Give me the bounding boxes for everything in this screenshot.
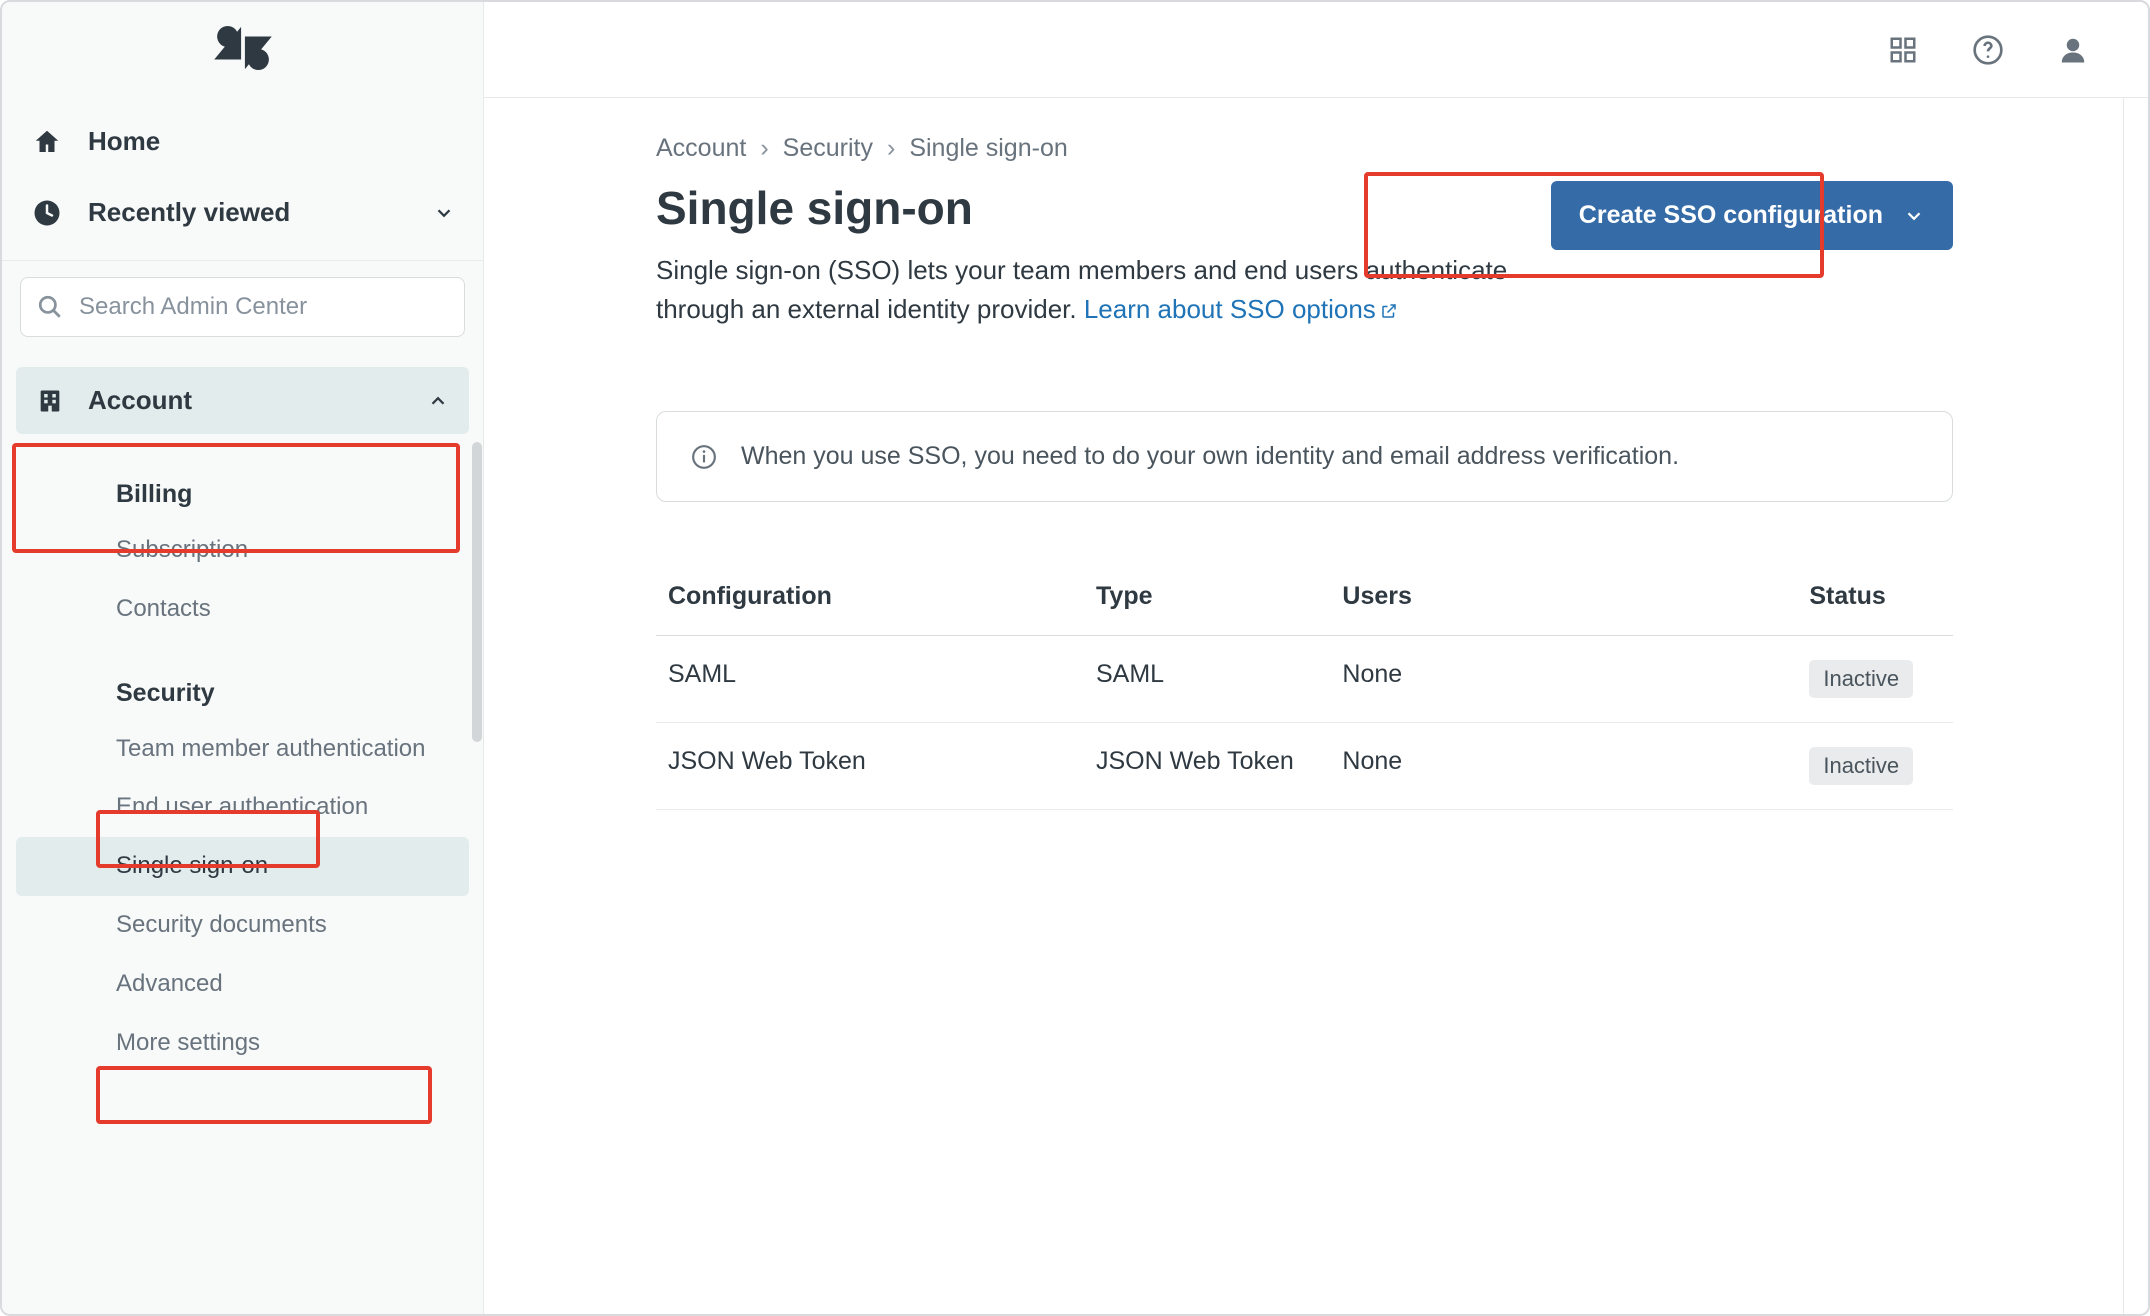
sidebar-item-single-sign-on[interactable]: Single sign-on [16,837,469,896]
sidebar: Home Recently viewed Accou [2,2,484,1314]
col-users: Users [1330,566,1797,636]
sidebar-item-security-docs[interactable]: Security documents [2,896,483,955]
learn-link[interactable]: Learn about SSO options [1084,294,1398,324]
topbar [484,2,2148,98]
create-sso-button[interactable]: Create SSO configuration [1551,181,1953,250]
home-icon [32,127,62,157]
info-icon [691,444,717,470]
sidebar-category-account[interactable]: Account [16,367,469,434]
banner-text: When you use SSO, you need to do your ow… [741,442,1679,471]
sidebar-item-advanced[interactable]: Advanced [2,955,483,1014]
table-row[interactable]: JSON Web Token JSON Web Token None Inact… [656,723,1953,810]
sso-table: Configuration Type Users Status SAML SAM… [656,566,1953,810]
sidebar-item-home[interactable]: Home [2,106,483,177]
category-label: Account [88,385,192,416]
building-icon [36,387,64,415]
help-icon[interactable] [1972,34,2004,66]
content: Account › Security › Single sign-on Sing… [484,98,2124,1314]
sidebar-item-recently-viewed[interactable]: Recently viewed [2,177,483,248]
button-label: Create SSO configuration [1579,201,1883,230]
divider [2,260,483,261]
scrollbar[interactable] [472,442,482,742]
subnav-heading-billing[interactable]: Billing [2,468,483,521]
col-configuration: Configuration [656,566,1084,636]
cell-users: None [1330,723,1797,810]
col-type: Type [1084,566,1330,636]
profile-icon[interactable] [2058,35,2088,65]
table-row[interactable]: SAML SAML None Inactive [656,636,1953,723]
cell-users: None [1330,636,1797,723]
info-banner: When you use SSO, you need to do your ow… [656,411,1953,502]
sidebar-item-team-auth[interactable]: Team member authentication [2,720,483,779]
breadcrumb-item[interactable]: Security [783,134,873,163]
chevron-right-icon: › [887,134,895,163]
cell-type: SAML [1084,636,1330,723]
sidebar-item-contacts[interactable]: Contacts [2,580,483,639]
zendesk-logo [2,2,483,94]
sidebar-item-end-user-auth[interactable]: End user authentication [2,778,483,837]
cell-type: JSON Web Token [1084,723,1330,810]
chevron-down-icon [433,202,455,224]
main: Account › Security › Single sign-on Sing… [484,2,2148,1314]
sidebar-item-subscription[interactable]: Subscription [2,521,483,580]
clock-icon [32,198,62,228]
sidebar-item-more-settings[interactable]: More settings [2,1014,483,1073]
cell-config: SAML [656,636,1084,723]
search-input[interactable] [77,292,448,322]
col-status: Status [1797,566,1953,636]
page-title: Single sign-on [656,181,1511,235]
status-badge: Inactive [1809,747,1913,785]
apps-icon[interactable] [1888,35,1918,65]
sidebar-subnav: Billing Subscription Contacts Security T… [2,434,483,1082]
status-badge: Inactive [1809,660,1913,698]
breadcrumb: Account › Security › Single sign-on [656,134,1953,163]
search-input-wrap[interactable] [20,277,465,337]
sidebar-item-label: Home [88,126,160,157]
search-icon [37,294,63,320]
breadcrumb-item[interactable]: Single sign-on [909,134,1067,163]
chevron-down-icon [1903,205,1925,227]
external-link-icon [1380,296,1398,326]
page-subtitle: Single sign-on (SSO) lets your team memb… [656,251,1511,331]
chevron-up-icon [427,390,449,412]
cell-config: JSON Web Token [656,723,1084,810]
breadcrumb-item[interactable]: Account [656,134,746,163]
chevron-right-icon: › [760,134,768,163]
sidebar-item-label: Recently viewed [88,197,290,228]
subnav-heading-security[interactable]: Security [2,667,483,720]
